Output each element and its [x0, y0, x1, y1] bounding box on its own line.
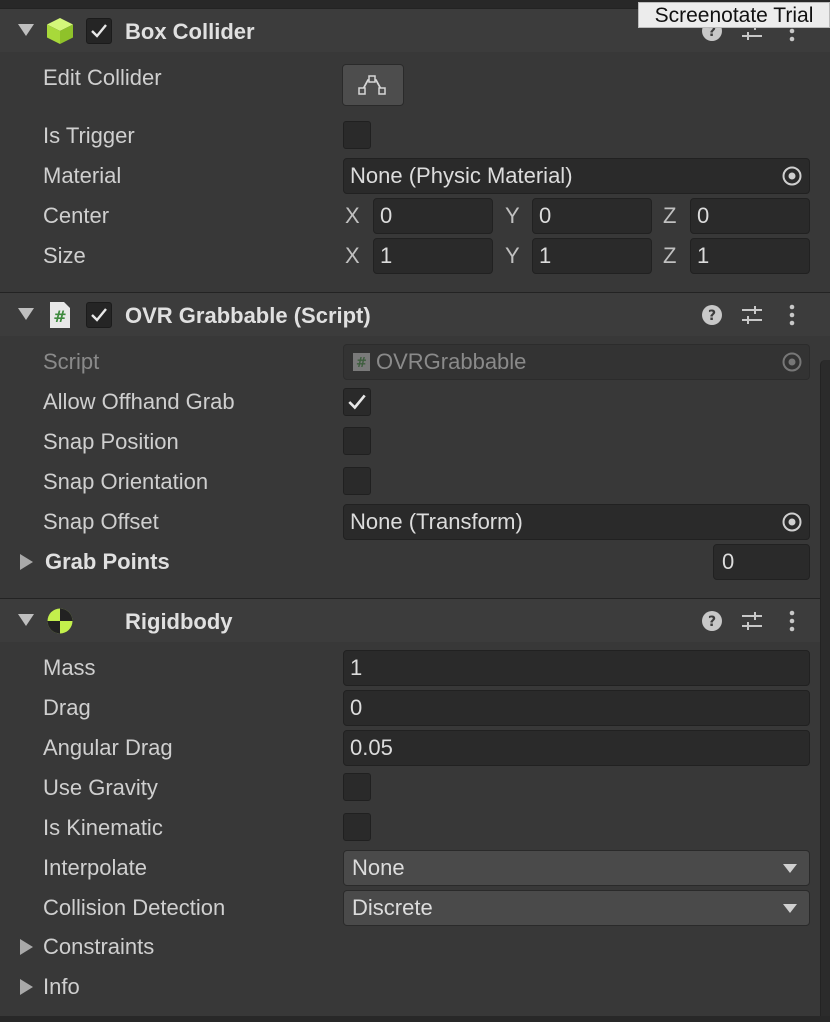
is-trigger-label: Is Trigger — [43, 123, 135, 148]
grab-points-foldout-icon[interactable] — [20, 554, 33, 570]
snap-position-checkbox[interactable] — [343, 427, 371, 455]
dropdown-arrow-icon — [783, 904, 797, 913]
box-collider-icon — [47, 18, 73, 44]
center-z-axis-label: Z — [663, 203, 677, 228]
angular-drag-label: Angular Drag — [43, 735, 173, 760]
collision-detection-value: Discrete — [352, 895, 433, 920]
svg-text:#: # — [53, 307, 66, 326]
allow-offhand-grab-checkbox[interactable] — [343, 388, 371, 416]
size-label: Size — [43, 243, 86, 268]
constraints-label[interactable]: Constraints — [43, 932, 154, 962]
center-y-field[interactable]: 0 — [532, 198, 652, 234]
checkmark-icon — [348, 394, 366, 410]
kebab-menu-icon[interactable] — [780, 609, 804, 633]
snap-orientation-label: Snap Orientation — [43, 469, 209, 494]
size-z-axis-label: Z — [663, 243, 677, 268]
kebab-menu-icon[interactable] — [780, 303, 804, 327]
ovr-grabbable-enabled-checkbox[interactable] — [86, 302, 112, 328]
script-hash-icon: # — [353, 353, 370, 371]
preset-sliders-icon[interactable] — [740, 303, 764, 327]
script-value: OVRGrabbable — [376, 349, 527, 374]
interpolate-dropdown[interactable]: None — [343, 850, 810, 886]
snap-offset-value: None (Transform) — [350, 509, 523, 534]
mass-field[interactable]: 1 — [343, 650, 810, 686]
svg-text:?: ? — [708, 308, 716, 324]
allow-offhand-grab-label: Allow Offhand Grab — [43, 389, 235, 414]
foldout-arrow-icon[interactable] — [18, 308, 34, 320]
bottom-border — [0, 1016, 830, 1022]
snap-offset-label: Snap Offset — [43, 509, 159, 534]
interpolate-value: None — [352, 855, 405, 880]
constraints-foldout-icon[interactable] — [20, 939, 33, 955]
object-picker-icon[interactable] — [781, 511, 803, 533]
material-field[interactable]: None (Physic Material) — [343, 158, 810, 194]
mass-label: Mass — [43, 655, 96, 680]
svg-text:?: ? — [708, 614, 716, 630]
info-foldout-icon[interactable] — [20, 979, 33, 995]
help-icon[interactable]: ? — [700, 609, 724, 633]
script-field: # OVRGrabbable — [343, 344, 810, 380]
material-label: Material — [43, 163, 122, 188]
center-z-field[interactable]: 0 — [690, 198, 810, 234]
script-label: Script — [43, 349, 100, 374]
center-x-axis-label: X — [345, 203, 360, 228]
collision-detection-dropdown[interactable]: Discrete — [343, 890, 810, 926]
grab-points-label[interactable]: Grab Points — [45, 547, 170, 577]
foldout-arrow-icon[interactable] — [18, 614, 34, 626]
interpolate-label: Interpolate — [43, 855, 147, 880]
use-gravity-checkbox[interactable] — [343, 773, 371, 801]
edit-collider-button[interactable] — [342, 64, 404, 106]
object-picker-icon[interactable] — [781, 165, 803, 187]
rigidbody-icon — [47, 608, 73, 634]
dropdown-arrow-icon — [783, 864, 797, 873]
ovr-grabbable-title: OVR Grabbable (Script) — [125, 303, 371, 328]
preset-sliders-icon[interactable] — [740, 609, 764, 633]
size-z-field[interactable]: 1 — [690, 238, 810, 274]
watermark: Screenotate Trial — [638, 2, 830, 28]
collision-detection-label: Collision Detection — [43, 895, 226, 920]
foldout-arrow-icon[interactable] — [18, 24, 34, 36]
center-label: Center — [43, 203, 110, 228]
size-x-field[interactable]: 1 — [373, 238, 493, 274]
size-y-field[interactable]: 1 — [532, 238, 652, 274]
angular-drag-field[interactable]: 0.05 — [343, 730, 810, 766]
box-collider-title: Box Collider — [125, 19, 255, 44]
snap-position-label: Snap Position — [43, 429, 179, 454]
center-y-axis-label: Y — [505, 203, 520, 228]
is-trigger-checkbox[interactable] — [343, 121, 371, 149]
snap-orientation-checkbox[interactable] — [343, 467, 371, 495]
vertical-scrollbar[interactable] — [820, 360, 830, 1022]
size-y-axis-label: Y — [505, 243, 520, 268]
snap-offset-field[interactable]: None (Transform) — [343, 504, 810, 540]
is-kinematic-label: Is Kinematic — [43, 815, 163, 840]
ovr-grabbable-header[interactable]: # OVR Grabbable (Script) ? — [0, 292, 830, 336]
grab-points-size-field[interactable]: 0 — [713, 544, 810, 580]
material-value: None (Physic Material) — [350, 163, 573, 188]
info-label[interactable]: Info — [43, 972, 80, 1002]
drag-label: Drag — [43, 695, 91, 720]
rigidbody-title: Rigidbody — [125, 609, 233, 634]
svg-text:#: # — [356, 356, 367, 371]
edit-collider-icon — [358, 75, 386, 95]
edit-collider-label: Edit Collider — [43, 65, 162, 90]
is-kinematic-checkbox[interactable] — [343, 813, 371, 841]
rigidbody-header[interactable]: Rigidbody ? — [0, 598, 830, 642]
checkmark-icon — [91, 308, 107, 322]
help-icon[interactable]: ? — [700, 303, 724, 327]
object-picker-icon — [782, 352, 802, 372]
script-hash-icon: # — [50, 302, 70, 328]
drag-field[interactable]: 0 — [343, 690, 810, 726]
box-collider-enabled-checkbox[interactable] — [86, 18, 112, 44]
checkmark-icon — [91, 24, 107, 38]
use-gravity-label: Use Gravity — [43, 775, 158, 800]
size-x-axis-label: X — [345, 243, 360, 268]
center-x-field[interactable]: 0 — [373, 198, 493, 234]
